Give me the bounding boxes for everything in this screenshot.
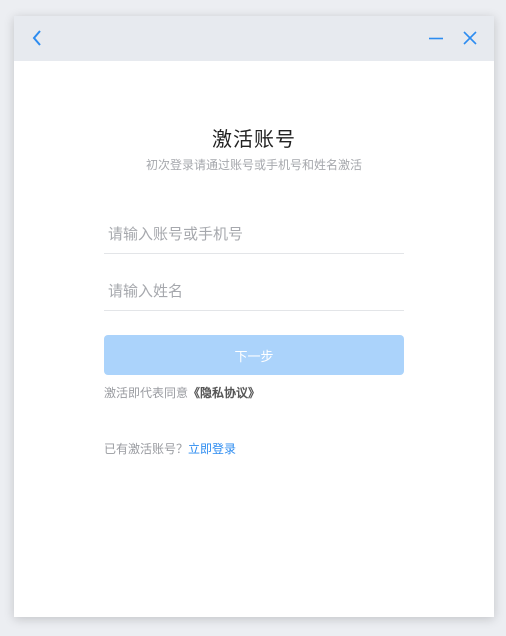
back-button[interactable]: [26, 26, 50, 50]
next-step-button[interactable]: 下一步: [104, 335, 404, 375]
minimize-icon: [429, 37, 443, 40]
name-field: [104, 272, 404, 311]
page-title: 激活账号: [212, 127, 296, 151]
close-icon: [463, 31, 477, 45]
agreement-prefix: 激活即代表同意: [104, 386, 189, 400]
close-button[interactable]: [458, 26, 482, 50]
page-subtitle: 初次登录请通过账号或手机号和姓名激活: [145, 158, 362, 172]
activation-window: 激活账号 初次登录请通过账号或手机号和姓名激活 下一步 激活即代表同意《隐私协议…: [14, 16, 494, 617]
login-now-link[interactable]: 立即登录: [188, 442, 236, 456]
agreement-text: 激活即代表同意《隐私协议》: [104, 384, 260, 401]
minimize-button[interactable]: [424, 26, 448, 50]
chevron-left-icon: [32, 30, 41, 46]
login-prompt-text: 已有激活账号？: [104, 442, 189, 456]
name-input[interactable]: [104, 272, 404, 310]
account-field: [104, 215, 404, 254]
title-bar: [14, 16, 494, 61]
privacy-policy-link[interactable]: 《隐私协议》: [188, 386, 260, 400]
account-input[interactable]: [104, 215, 404, 253]
login-prompt: 已有激活账号？立即登录: [104, 440, 236, 457]
